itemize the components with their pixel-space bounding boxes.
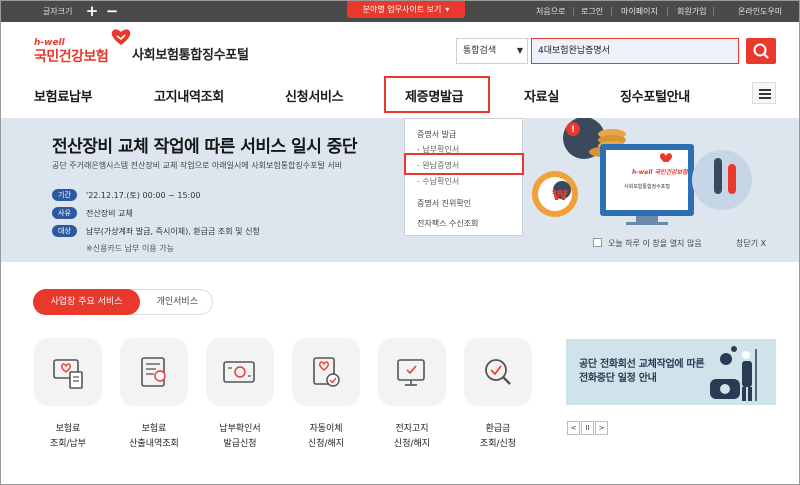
nav-portal-guide[interactable]: 징수포털안내 [620, 86, 690, 105]
service-card-electronic-notice[interactable] [378, 338, 446, 406]
banner-note: ※신용카드 납부 이용 가능 [86, 244, 174, 253]
nav-certificate-issuance[interactable]: 제증명발급 [405, 86, 464, 105]
font-size-label: 글자크기 [43, 7, 73, 16]
service-label-premium-inquiry: 보험료 조회/납부 [28, 422, 108, 452]
chevron-down-icon: ▼ [516, 46, 523, 55]
label-line: 납부확인서 [219, 424, 261, 434]
tag-period: 기간 [52, 189, 77, 201]
divider [667, 7, 668, 16]
svg-text:₩: ₩ [552, 188, 568, 204]
service-card-premium-calculation[interactable] [120, 338, 188, 406]
selected-item-highlight [404, 153, 524, 175]
slider-next-button[interactable]: > [595, 421, 608, 435]
label-line: 발급신청 [223, 439, 257, 449]
reason-value: 전산장비 교체 [86, 209, 133, 218]
divider [573, 7, 574, 16]
close-banner-button[interactable]: 창닫기 X [736, 238, 766, 249]
service-label-premium-calculation: 보험료 산출내역조회 [114, 422, 194, 452]
divider [713, 7, 714, 16]
link-login[interactable]: 로그인 [581, 6, 603, 17]
monitor-logo: h-well 국민건강보험 [632, 168, 689, 176]
menu-button[interactable] [752, 82, 776, 104]
auto-transfer-icon [313, 357, 340, 387]
menu-certificate-verification[interactable]: 증명서 진위확인 [417, 198, 471, 209]
service-label-payment-confirmation: 납부확인서 발급신청 [200, 422, 280, 452]
label-line: 신청/해지 [307, 439, 345, 449]
font-decrease-button[interactable]: − [103, 2, 121, 20]
label-line: 보험료 [55, 424, 81, 434]
label-line: 환급금 [485, 424, 511, 434]
label-line: 신청/해지 [393, 439, 431, 449]
document-list-icon [141, 357, 166, 387]
monitor-text: 사회보험통합징수포털 [624, 183, 670, 190]
telephone-worker-icon [710, 346, 757, 401]
menu-efax-inquiry[interactable]: 전자팩스 수신조회 [417, 218, 478, 229]
chevron-down-icon: ▾ [445, 5, 450, 14]
slider-prev-button[interactable]: < [567, 421, 580, 435]
nav-notice-inquiry[interactable]: 고지내역조회 [154, 86, 224, 105]
label-line: 전자고지 [395, 424, 429, 434]
menu-icon [759, 89, 771, 91]
menu-icon [759, 93, 771, 95]
site-selector-button[interactable]: 분야별 업무사이트 보기 ▾ [347, 1, 465, 18]
site-selector-label: 분야별 업무사이트 보기 [362, 5, 442, 14]
label-line: 보험료 [141, 424, 167, 434]
service-card-auto-transfer[interactable] [292, 338, 360, 406]
service-label-electronic-notice: 전자고지 신청/해지 [372, 422, 452, 452]
link-online-help[interactable]: 온라인도우미 [738, 6, 782, 17]
search-category-value: 통합검색 [463, 46, 497, 56]
search-icon [753, 43, 769, 59]
search-button[interactable] [746, 38, 776, 64]
nav-premium-payment[interactable]: 보험료납부 [34, 86, 93, 105]
service-card-premium-inquiry[interactable] [34, 338, 102, 406]
banner-subtitle: 공단 주거래은행시스템 전산장비 교체 작업으로 아래일시에 사회보험통합징수포… [52, 161, 343, 170]
target-value: 납부(가상계좌 발급, 즉시이체), 환급금 조회 및 신청 [86, 227, 260, 236]
link-signup[interactable]: 회원가입 [677, 6, 706, 17]
menu-receipt-confirmation[interactable]: - 수납확인서 [417, 176, 459, 187]
service-label-auto-transfer: 자동이체 신청/해지 [286, 422, 366, 452]
label-line: 자동이체 [309, 424, 343, 434]
service-label-refund: 환급금 조회/신청 [458, 422, 538, 452]
menu-icon [759, 97, 771, 99]
link-mypage[interactable]: 마이페이지 [621, 6, 658, 17]
bill-icon [53, 359, 83, 389]
tag-reason: 사유 [52, 207, 77, 219]
search-category-select[interactable]: 통합검색 ▼ [456, 38, 528, 64]
svg-text:!: ! [571, 125, 575, 135]
portal-title: 사회보험통합징수포털 [132, 48, 249, 63]
magnifier-icon [485, 359, 511, 385]
monitor-icon [397, 359, 425, 386]
link-home[interactable]: 처음으로 [536, 6, 565, 17]
phone-notice-line2: 전화중단 일정 안내 [579, 373, 657, 384]
logo-name-text: 국민건강보험 [34, 49, 109, 65]
label-line: 조회/신청 [479, 439, 517, 449]
banner-title: 전산장비 교체 작업에 따른 서비스 일시 중단 [52, 137, 358, 157]
tab-business-service[interactable]: 사업장 주요 서비스 [33, 289, 140, 315]
label-line: 산출내역조회 [129, 439, 179, 449]
maintenance-illustration: ! ₩ h-well 국민건강보험 사회보험통합징수포털 [532, 118, 752, 225]
nav-resources[interactable]: 자료실 [524, 86, 559, 105]
nav-application-service[interactable]: 신청서비스 [285, 86, 344, 105]
dont-show-today-checkbox[interactable] [593, 238, 602, 247]
search-input[interactable]: 4대보험완납증명서 [531, 38, 739, 64]
heart-logo-icon [111, 29, 131, 45]
slider-pause-button[interactable]: II [581, 421, 594, 435]
phone-notice-text: 공단 전화회선 교체작업에 따른 전화중단 일정 안내 [579, 358, 705, 386]
service-card-payment-confirmation[interactable] [206, 338, 274, 406]
dont-show-today-label[interactable]: 오늘 하루 이 창을 열지 않음 [608, 238, 702, 249]
label-line: 조회/납부 [49, 439, 87, 449]
tag-target: 대상 [52, 225, 77, 237]
divider [611, 7, 612, 16]
certificate-icon [223, 361, 255, 383]
menu-certificate-issuance[interactable]: 증명서 발급 [417, 129, 456, 140]
top-utility-bar: 글자크기 + − 분야별 업무사이트 보기 ▾ 처음으로 로그인 마이페이지 회원… [1, 1, 799, 22]
phone-notice-line1: 공단 전화회선 교체작업에 따른 [579, 359, 705, 370]
font-increase-button[interactable]: + [83, 2, 101, 20]
service-card-refund[interactable] [464, 338, 532, 406]
certificate-dropdown-menu: 증명서 발급 - 납부확인서 - 완납증명서 - 수납확인서 증명서 진위확인 … [404, 118, 523, 236]
period-value: '22.12.17.(토) 00:00 ~ 15:00 [86, 191, 201, 200]
